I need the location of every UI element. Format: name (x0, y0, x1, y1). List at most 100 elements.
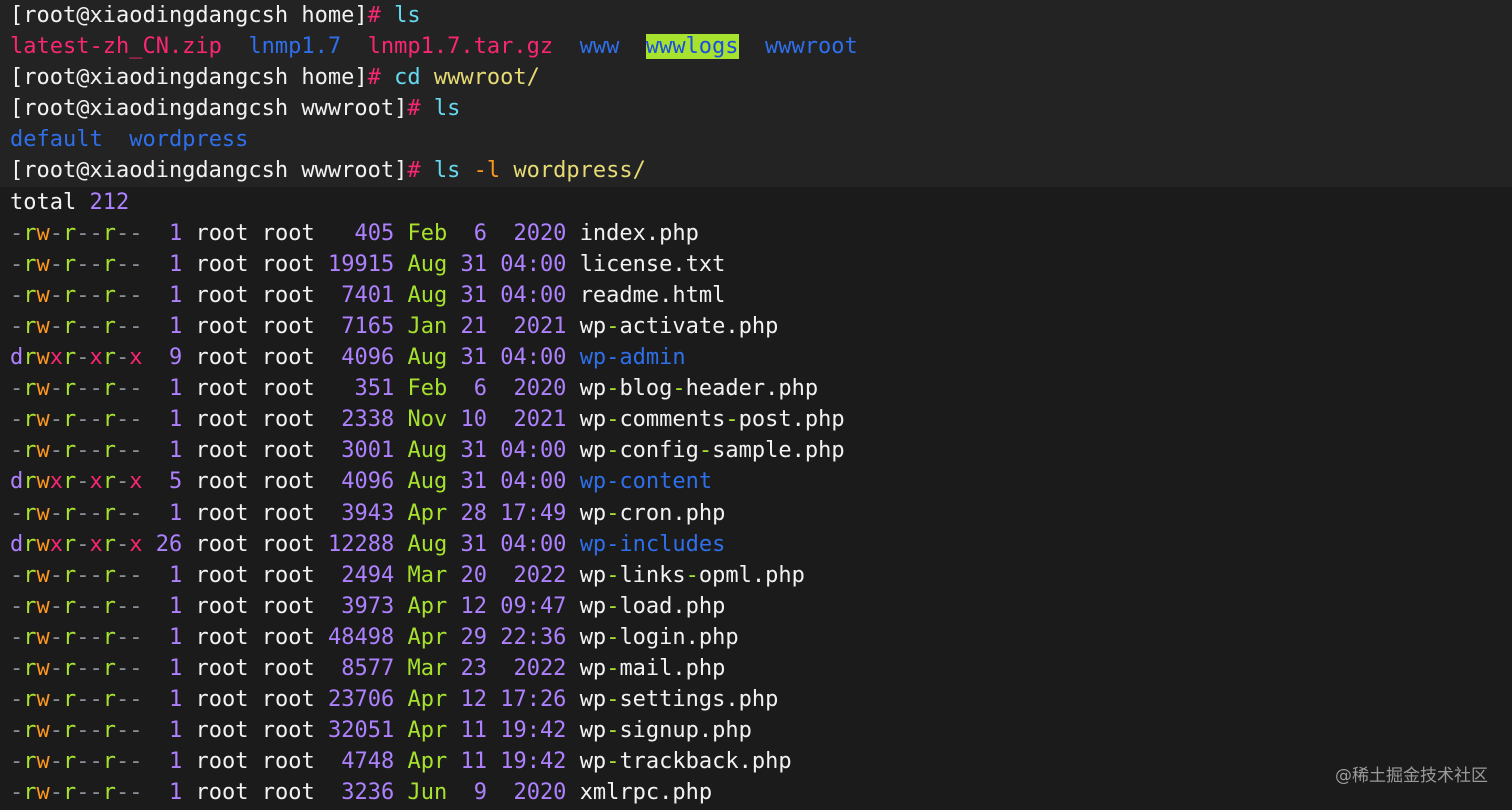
date-time: 04:00 (500, 469, 567, 495)
permissions: -rw-r--r-- (10, 749, 143, 775)
file-size: 23706 (327, 687, 395, 713)
group: root (261, 220, 315, 246)
date-month: Aug (407, 345, 448, 371)
date-month: Apr (407, 593, 448, 619)
listing-row: -rw-r--r-- 1 root root 4748 Apr 11 19:42… (0, 746, 1512, 777)
file-name: wp-login.php (579, 624, 739, 650)
link-count: 1 (155, 718, 183, 744)
group: root (261, 282, 315, 308)
date-month: Apr (407, 624, 448, 650)
terminal-token: # (367, 3, 395, 28)
link-count: 1 (155, 500, 183, 526)
terminal-token: ls (433, 158, 461, 184)
link-count: 1 (155, 407, 183, 433)
date-day: 20 (460, 562, 487, 588)
date-day: 31 (460, 531, 487, 557)
group: root (261, 345, 315, 371)
terminal-line: [root@xiaodingdangcsh wwwroot]# ls (0, 93, 1512, 125)
terminal-token: www (579, 34, 620, 60)
terminal-token: -l (473, 158, 501, 184)
link-count: 1 (155, 376, 183, 402)
permissions: -rw-r--r-- (10, 376, 143, 402)
link-count: 1 (155, 749, 183, 775)
date-time: 04:00 (500, 251, 567, 277)
date-month: Feb (407, 376, 448, 402)
file-size: 7401 (327, 282, 395, 308)
date-time: 04:00 (500, 345, 567, 371)
date-month: Mar (407, 655, 448, 681)
group: root (261, 718, 315, 744)
date-day: 6 (460, 220, 487, 246)
permissions: -rw-r--r-- (10, 562, 143, 588)
date-month: Apr (407, 500, 448, 526)
date-month: Apr (407, 687, 448, 713)
directory-name: wp-includes (579, 531, 726, 557)
owner: root (195, 655, 249, 681)
terminal-token: wwwlogs (645, 34, 739, 60)
date-time: 17:49 (500, 500, 567, 526)
date-day: 12 (460, 593, 487, 619)
terminal-token: total (10, 189, 90, 215)
permissions: -rw-r--r-- (10, 718, 143, 744)
link-count: 1 (155, 282, 183, 308)
date-month: Nov (407, 407, 448, 433)
terminal-token: # (367, 65, 395, 91)
date-month: Feb (407, 220, 448, 246)
file-size: 351 (327, 376, 395, 402)
date-month: Apr (407, 718, 448, 744)
terminal-token: [root@xiaodingdangcsh wwwroot] (10, 96, 408, 122)
file-name: wp-signup.php (579, 718, 752, 744)
group: root (261, 500, 315, 526)
terminal-token: [root@xiaodingdangcsh home] (10, 65, 368, 91)
date-time: 04:00 (500, 282, 567, 308)
directory-name: wp-admin (579, 345, 686, 371)
date-time: 19:42 (500, 749, 567, 775)
owner: root (195, 687, 249, 713)
listing-row: -rw-r--r-- 1 root root 7165 Jan 21 2021 … (0, 311, 1512, 342)
file-size: 8577 (327, 655, 395, 681)
link-count: 1 (155, 780, 183, 806)
file-size: 2494 (327, 562, 395, 588)
date-month: Aug (407, 438, 448, 464)
owner: root (195, 749, 249, 775)
date-day: 21 (460, 313, 487, 339)
owner: root (195, 562, 249, 588)
listing-row: -rw-r--r-- 1 root root 3001 Aug 31 04:00… (0, 435, 1512, 466)
terminal-window[interactable]: [root@xiaodingdangcsh home]# ls latest-zh… (0, 0, 1512, 810)
owner: root (195, 407, 249, 433)
date-day: 9 (460, 780, 487, 806)
listing-row: drwxr-xr-x 26 root root 12288 Aug 31 04:… (0, 529, 1512, 560)
date-time: 04:00 (500, 531, 567, 557)
file-size: 4096 (327, 469, 395, 495)
terminal-token: 212 (89, 189, 130, 215)
listing-row: -rw-r--r-- 1 root root 3973 Apr 12 09:47… (0, 591, 1512, 622)
link-count: 1 (155, 251, 183, 277)
file-size: 19915 (327, 251, 395, 277)
date-month: Aug (407, 531, 448, 557)
file-size: 48498 (327, 624, 395, 650)
date-day: 10 (460, 407, 487, 433)
file-size: 3001 (327, 438, 395, 464)
listing-row: drwxr-xr-x 5 root root 4096 Aug 31 04:00… (0, 466, 1512, 497)
date-day: 11 (460, 718, 487, 744)
terminal-token: ls (433, 96, 461, 122)
terminal-line: total 212 (0, 187, 1512, 218)
date-time: 09:47 (500, 593, 567, 619)
permissions: -rw-r--r-- (10, 251, 143, 277)
link-count: 5 (155, 469, 183, 495)
group: root (261, 780, 315, 806)
listing-row: -rw-r--r-- 1 root root 3236 Jun 9 2020 x… (0, 777, 1512, 808)
terminal-line: [root@xiaodingdangcsh home]# cd wwwroot/ (0, 62, 1512, 94)
terminal-token: wwwroot/ (433, 65, 540, 91)
listing-row: -rw-r--r-- 1 root root 3943 Apr 28 17:49… (0, 498, 1512, 529)
owner: root (195, 376, 249, 402)
file-name: index.php (579, 220, 699, 246)
terminal-output-commands: [root@xiaodingdangcsh home]# ls latest-zh… (0, 0, 1512, 218)
permissions: -rw-r--r-- (10, 780, 143, 806)
date-month: Aug (407, 469, 448, 495)
permissions: drwxr-xr-x (10, 345, 143, 371)
owner: root (195, 624, 249, 650)
date-day: 11 (460, 749, 487, 775)
